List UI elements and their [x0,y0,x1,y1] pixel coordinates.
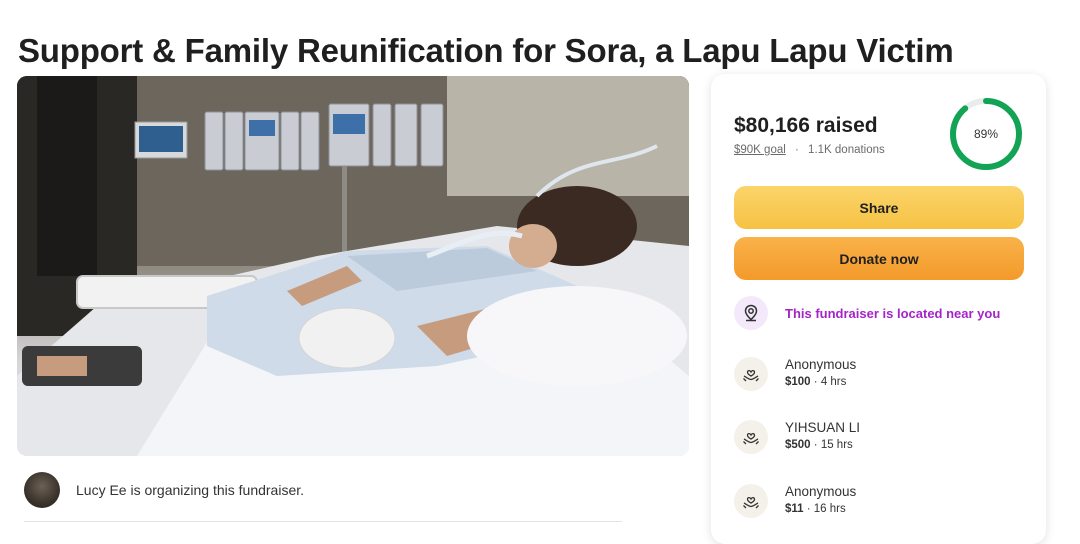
donate-now-button[interactable]: Donate now [734,237,1024,280]
page-title: Support & Family Reunification for Sora,… [18,32,954,70]
donation-time: · 15 hrs [813,439,853,451]
location-pin-icon [734,296,768,330]
heart-hands-icon [734,356,768,391]
donation-amount: $500 [785,439,811,451]
goal-link[interactable]: $90K goal [734,144,786,156]
organizer-row: Lucy Ee is organizing this fundraiser. [24,472,304,508]
donor-name: Anonymous [785,357,857,372]
donations-count: 1.1K donations [808,144,885,156]
donor-name: YIHSUAN LI [785,420,861,435]
nearby-notice: This fundraiser is located near you [734,296,1000,330]
organizer-avatar[interactable] [24,472,60,508]
fundraiser-hero-image[interactable] [17,76,689,456]
amount-raised: $80,166 raised [734,114,878,137]
donation-amount: $100 [785,376,811,388]
donation-item: Anonymous $100 · 4 hrs [734,356,856,391]
share-button[interactable]: Share [734,186,1024,229]
goal-line: $90K goal · 1.1K donations [734,144,885,156]
donation-item: YIHSUAN LI $500 · 15 hrs [734,419,860,454]
donation-time: · 16 hrs [806,503,846,515]
donation-item: Anonymous $11 · 16 hrs [734,483,856,518]
donation-amount: $11 [785,503,804,515]
donation-time: · 4 hrs [813,376,847,388]
organizer-text: Lucy Ee is organizing this fundraiser. [76,482,305,498]
donor-name: Anonymous [785,484,857,499]
divider [24,521,622,522]
goal-separator: · [795,144,799,156]
nearby-text: This fundraiser is located near you [785,305,1001,321]
donation-card: $80,166 raised $90K goal · 1.1K donation… [711,74,1046,544]
heart-hands-icon [734,419,768,454]
progress-percent: 89% [973,127,999,141]
heart-hands-icon [734,483,768,518]
